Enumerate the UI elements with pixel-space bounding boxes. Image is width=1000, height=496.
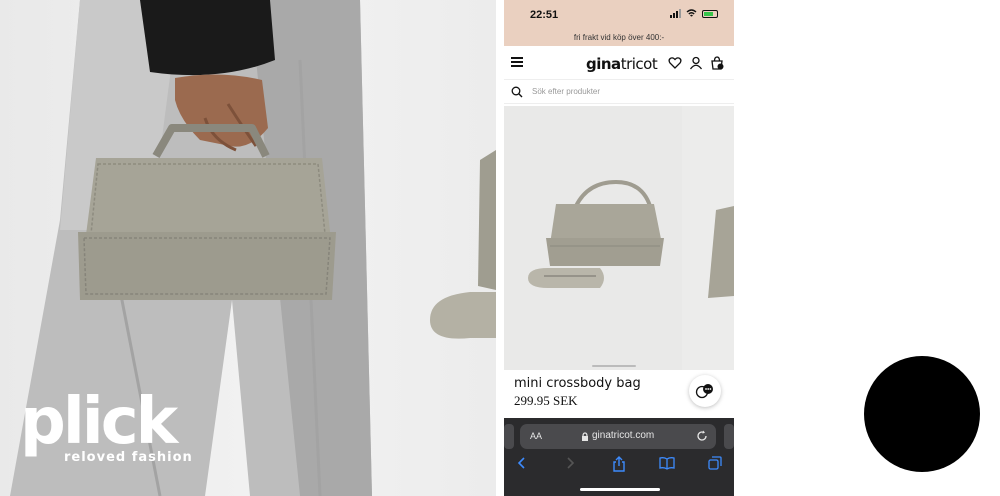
product-image[interactable] bbox=[504, 106, 734, 370]
home-indicator bbox=[580, 488, 660, 491]
user-icon[interactable] bbox=[689, 56, 703, 70]
tabs-icon[interactable] bbox=[708, 456, 722, 470]
site-header: ginatricot bbox=[504, 46, 734, 80]
heart-icon[interactable] bbox=[668, 56, 682, 70]
chat-icon bbox=[695, 384, 713, 399]
brand-logo[interactable]: ginatricot bbox=[586, 55, 658, 73]
cart-icon[interactable] bbox=[710, 56, 724, 70]
plick-logo: plick reloved fashion bbox=[20, 385, 193, 465]
brand-logo-regular: tricot bbox=[620, 55, 658, 73]
lock-icon bbox=[582, 432, 588, 441]
reload-icon[interactable] bbox=[696, 430, 708, 442]
back-icon[interactable] bbox=[516, 456, 528, 470]
share-icon[interactable] bbox=[612, 456, 626, 472]
plick-tagline: reloved fashion bbox=[64, 450, 193, 465]
bag-product-illustration bbox=[504, 106, 734, 370]
previous-tab-peek[interactable] bbox=[504, 424, 514, 449]
url-text: ginatricot.com bbox=[592, 430, 655, 441]
bookmarks-icon[interactable] bbox=[659, 456, 675, 470]
chat-button[interactable] bbox=[689, 375, 721, 407]
battery-icon bbox=[702, 9, 718, 18]
brand-logo-bold: gina bbox=[586, 55, 621, 73]
image-carousel-indicator bbox=[592, 365, 636, 367]
product-info: mini crossbody bag 299.95 SEK bbox=[504, 370, 734, 418]
status-bar: 22:51 bbox=[504, 0, 734, 30]
wifi-icon bbox=[686, 9, 697, 17]
search-bar[interactable]: Sök efter produkter bbox=[504, 80, 734, 104]
status-time: 22:51 bbox=[530, 9, 559, 21]
promo-banner[interactable]: fri frakt vid köp över 400:- bbox=[504, 30, 734, 46]
plick-wordmark: plick bbox=[20, 385, 178, 459]
signal-icon bbox=[670, 9, 681, 18]
phone-screenshot: 22:51 fri frakt vid köp över 400:- ginat… bbox=[504, 0, 734, 496]
safari-browser-bar: AA ginatricot.com bbox=[504, 418, 734, 496]
status-icons bbox=[670, 9, 718, 18]
product-name: mini crossbody bag bbox=[514, 376, 641, 391]
black-circle-shape bbox=[864, 356, 980, 472]
next-tab-peek[interactable] bbox=[724, 424, 734, 449]
forward-icon[interactable] bbox=[564, 456, 576, 470]
menu-icon[interactable] bbox=[511, 57, 523, 67]
address-bar[interactable]: AA ginatricot.com bbox=[520, 424, 716, 449]
reader-settings-button[interactable]: AA bbox=[530, 431, 542, 441]
search-input[interactable]: Sök efter produkter bbox=[532, 87, 600, 96]
search-icon bbox=[511, 86, 523, 98]
product-photo: plick reloved fashion bbox=[0, 0, 496, 496]
product-price: 299.95 SEK bbox=[514, 393, 578, 408]
